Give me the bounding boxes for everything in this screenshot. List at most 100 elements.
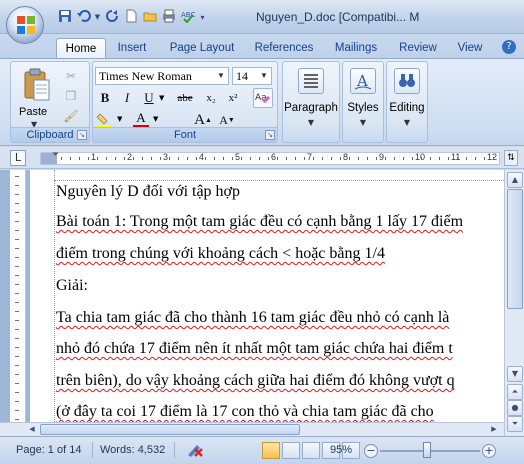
office-button[interactable] [6, 6, 44, 44]
clipboard-dialog-launcher-icon[interactable]: ↘ [77, 130, 87, 140]
previous-page-icon[interactable]: ⏶ [507, 384, 523, 400]
italic-button[interactable]: I [117, 89, 137, 107]
ruler-number: 5 [235, 152, 241, 162]
horizontal-ruler[interactable]: 1 2 3 4 5 6 7 8 9 10 11 12 ⏷ [40, 150, 500, 165]
ruler-tick [187, 157, 188, 160]
full-screen-reading-view-icon[interactable] [282, 442, 300, 459]
styles-group[interactable]: A Styles ▼ [342, 61, 384, 143]
scroll-up-icon[interactable]: ▲ [507, 172, 523, 188]
window-title: Nguyen_D.doc [Compatibi... M [256, 10, 420, 24]
font-color-dropdown-icon[interactable]: ▼ [153, 115, 158, 123]
paste-icon[interactable] [23, 68, 51, 102]
ruler-tick [250, 157, 251, 160]
ruler-tick [439, 157, 440, 160]
doc-line-2: Bài toán 1: Trong một tam giác đều có cạ… [56, 213, 464, 230]
next-page-icon[interactable]: ⏷ [507, 416, 523, 432]
top-margin-guide [54, 180, 504, 181]
ruler-tick [313, 157, 314, 160]
vertical-scroll-thumb[interactable] [507, 189, 523, 309]
font-dialog-launcher-icon[interactable]: ↘ [265, 130, 275, 140]
ruler-number: 6 [271, 152, 277, 162]
format-painter-icon[interactable]: 🖌 [63, 108, 79, 124]
vertical-scrollbar[interactable]: ▲ ▼ ⏶ ● ⏷ [504, 170, 524, 436]
ruler-number: 12 [487, 152, 498, 162]
scroll-down-icon[interactable]: ▼ [507, 366, 523, 382]
doc-line-6: nhỏ đó chứa 17 điểm nên ít nhất một tam … [56, 340, 453, 357]
ruler-tick [331, 157, 332, 160]
tab-view[interactable]: View [450, 38, 490, 58]
ruler-tick [241, 157, 242, 160]
font-name-combo[interactable]: Times New Roman ▼ [95, 67, 229, 85]
strikethrough-button[interactable]: abe [171, 89, 199, 107]
tab-mailings[interactable]: Mailings [326, 38, 386, 58]
bold-button[interactable]: B [95, 89, 115, 107]
browse-object-icon[interactable]: ● [507, 400, 523, 416]
ruler-number: 2 [127, 152, 133, 162]
font-size-combo[interactable]: 14 ▼ [232, 67, 272, 85]
horizontal-scroll-thumb[interactable] [40, 424, 300, 435]
print-icon[interactable] [160, 9, 177, 26]
ruler-tick [421, 157, 422, 160]
horizontal-scrollbar[interactable]: ◀ ▶ [0, 422, 504, 436]
document-page[interactable]: Nguyên lý D đối với tập hợp Bài toán 1: … [30, 170, 504, 436]
copy-icon[interactable]: ❐ [63, 88, 79, 104]
save-icon[interactable] [56, 9, 73, 26]
superscript-button[interactable]: x² [223, 89, 243, 107]
ruler-tick [412, 157, 413, 160]
print-layout-view-icon[interactable] [262, 442, 280, 459]
ruler-tick [475, 157, 476, 160]
tab-page-layout[interactable]: Page Layout [162, 38, 242, 58]
ruler-number: 7 [307, 152, 313, 162]
ruler-tick [15, 257, 19, 258]
zoom-level[interactable]: 95% [330, 444, 352, 456]
font-size-dropdown-icon[interactable]: ▼ [257, 68, 271, 84]
ruler-number: 8 [343, 152, 349, 162]
tab-insert[interactable]: Insert [110, 38, 154, 58]
ruler-tick [15, 212, 19, 213]
vertical-ruler[interactable] [10, 170, 26, 436]
paste-button[interactable]: Paste [19, 106, 47, 118]
ruler-tick [15, 365, 19, 366]
web-layout-view-icon[interactable] [302, 442, 320, 459]
zoom-slider-thumb[interactable] [423, 442, 432, 458]
paragraph-group[interactable]: Paragraph ▼ [282, 61, 340, 143]
doc-line-7: trên biên), do vậy khoảng cách giữa hai … [56, 372, 455, 389]
tab-home[interactable]: Home [56, 38, 106, 58]
quick-access-toolbar: ▼ ABC ▾ [56, 9, 207, 27]
redo-icon[interactable] [103, 9, 120, 26]
view-ruler-button[interactable]: ⇅ [504, 150, 518, 166]
help-icon[interactable]: ? [502, 40, 516, 54]
undo-icon[interactable] [75, 9, 92, 26]
scroll-left-icon[interactable]: ◀ [26, 424, 38, 435]
editing-group-label: Editing [389, 102, 425, 114]
open-folder-icon[interactable] [141, 9, 158, 26]
new-document-icon[interactable] [122, 9, 139, 26]
word-count[interactable]: Words: 4,532 [100, 444, 165, 456]
underline-button[interactable]: U [139, 89, 159, 107]
subscript-button[interactable]: x₂ [201, 89, 221, 107]
doc-line-3: điểm trong chúng với khoảng cách < hoặc … [56, 245, 385, 262]
zoom-in-icon[interactable]: + [482, 444, 496, 458]
tab-review[interactable]: Review [392, 38, 444, 58]
font-name-dropdown-icon[interactable]: ▼ [214, 68, 228, 84]
editing-group[interactable]: Editing ▼ [386, 61, 428, 143]
ruler-tick [466, 157, 467, 160]
page-count[interactable]: Page: 1 of 14 [16, 444, 81, 456]
ruler-number: 3 [163, 152, 169, 162]
ruler-tick [196, 157, 197, 160]
cut-icon[interactable]: ✂ [63, 68, 79, 84]
customize-toolbar-dropdown-icon[interactable]: ▾ [198, 9, 207, 26]
scroll-right-icon[interactable]: ▶ [488, 424, 500, 435]
tab-references[interactable]: References [250, 38, 318, 58]
proofing-status-icon[interactable] [186, 442, 204, 459]
font-size-value: 14 [236, 69, 248, 83]
tab-stop-selector[interactable]: L [10, 150, 26, 166]
ruler-tick [15, 230, 19, 231]
indent-marker-icon[interactable]: ⏷ [52, 150, 59, 160]
clear-formatting-icon[interactable]: Aa [253, 88, 273, 108]
undo-dropdown-icon[interactable]: ▼ [94, 9, 101, 26]
highlight-dropdown-icon[interactable]: ▼ [117, 115, 122, 123]
spelling-check-icon[interactable]: ABC [179, 9, 196, 26]
zoom-out-icon[interactable]: − [364, 444, 378, 458]
underline-dropdown-icon[interactable]: ▼ [159, 94, 164, 102]
